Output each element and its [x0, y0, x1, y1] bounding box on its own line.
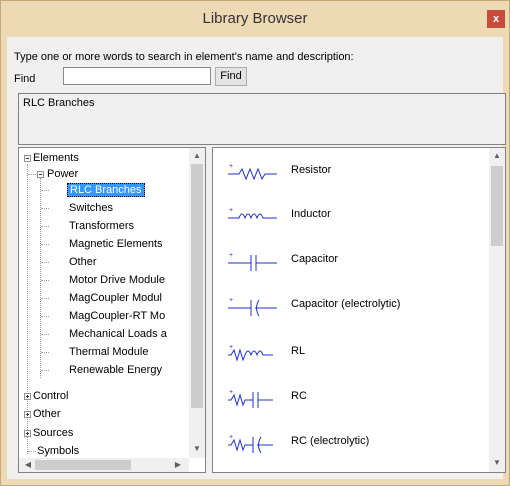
element-capacitor-electrolytic[interactable]: + Capacitor (electrolytic): [213, 290, 483, 320]
tree-line: [41, 244, 49, 245]
tree-line: [41, 316, 49, 317]
tree-item-elements[interactable]: Elements: [33, 151, 79, 165]
element-resistor[interactable]: + Resistor: [213, 156, 483, 186]
tree-item-other-power[interactable]: Other: [69, 255, 97, 269]
elements-scroll-thumb[interactable]: [491, 166, 503, 246]
tree-item-transformers[interactable]: Transformers: [69, 219, 134, 233]
close-button[interactable]: x: [487, 10, 505, 28]
svg-text:+: +: [229, 163, 233, 170]
library-browser-window: Library Browser x Type one or more words…: [0, 0, 510, 486]
window-border-left: [1, 37, 7, 485]
tree-vertical-scrollbar[interactable]: ▲ ▼: [189, 148, 205, 458]
find-label: Find: [14, 73, 36, 85]
capacitor-icon: +: [228, 252, 277, 271]
scroll-left-icon[interactable]: ◀: [23, 460, 33, 469]
tree-line: [41, 298, 49, 299]
tree-item-motor-drive[interactable]: Motor Drive Module: [69, 273, 165, 287]
svg-text:+: +: [229, 297, 233, 304]
scroll-up-icon[interactable]: ▲: [192, 151, 202, 160]
description-box: RLC Branches: [18, 93, 506, 145]
tree-line: [41, 226, 49, 227]
tree-item-magcoupler[interactable]: MagCoupler Modul: [69, 291, 162, 305]
element-label: RL: [291, 345, 306, 357]
elements-vertical-scrollbar[interactable]: ▲ ▼: [489, 148, 505, 472]
tree-scroll-thumb[interactable]: [191, 164, 203, 408]
tree-line: [41, 280, 49, 281]
electrolytic-capacitor-icon: +: [228, 297, 277, 316]
element-label: Capacitor: [291, 253, 339, 265]
tree-line: [41, 208, 49, 209]
tree-item-rlc-branches[interactable]: RLC Branches: [67, 183, 145, 197]
element-rl[interactable]: + RL: [213, 337, 483, 367]
inductor-icon: +: [228, 207, 277, 220]
tree-item-other[interactable]: Other: [33, 407, 61, 421]
window-title: Library Browser: [202, 10, 308, 27]
expand-sources-icon[interactable]: [24, 430, 31, 437]
description-text: RLC Branches: [23, 97, 95, 109]
tree-item-thermal-module[interactable]: Thermal Module: [69, 345, 148, 359]
find-button[interactable]: Find: [215, 67, 247, 86]
tree-line: [28, 451, 36, 452]
search-input[interactable]: [63, 67, 211, 85]
scroll-down-icon[interactable]: ▼: [492, 458, 502, 467]
svg-text:+: +: [229, 207, 233, 214]
element-label: RC: [291, 390, 307, 402]
scroll-down-icon[interactable]: ▼: [192, 444, 202, 453]
element-label: Capacitor (electrolytic): [291, 298, 401, 310]
collapse-elements-icon[interactable]: [24, 155, 31, 162]
element-label: Resistor: [291, 164, 332, 176]
scroll-up-icon[interactable]: ▲: [492, 151, 502, 160]
rc-electrolytic-icon: +: [228, 434, 273, 453]
scroll-right-icon[interactable]: ▶: [173, 460, 183, 469]
tree-item-sources[interactable]: Sources: [33, 426, 73, 440]
tree-line: [28, 174, 36, 175]
title-bar[interactable]: Library Browser x: [1, 1, 509, 37]
element-rc-electrolytic[interactable]: + RC (electrolytic): [213, 427, 483, 457]
element-rc[interactable]: + RC: [213, 382, 483, 412]
tree-item-label: RLC Branches: [67, 183, 145, 197]
tree-item-switches[interactable]: Switches: [69, 201, 113, 215]
element-inductor[interactable]: + Inductor: [213, 200, 483, 230]
tree-item-magnetic-elements[interactable]: Magnetic Elements: [69, 237, 163, 251]
tree-item-magcoupler-rt[interactable]: MagCoupler-RT Mo: [69, 309, 165, 323]
element-capacitor[interactable]: + Capacitor: [213, 245, 483, 275]
rl-icon: +: [228, 344, 273, 362]
expand-control-icon[interactable]: [24, 393, 31, 400]
elements-list[interactable]: + Resistor + Inductor + Capacitor + Capa…: [212, 147, 506, 473]
tree-line: [41, 262, 49, 263]
collapse-power-icon[interactable]: [37, 171, 44, 178]
search-instruction: Type one or more words to search in elem…: [14, 51, 354, 63]
expand-other-icon[interactable]: [24, 411, 31, 418]
tree-line: [41, 334, 49, 335]
element-label: RC (electrolytic): [291, 435, 370, 447]
svg-text:+: +: [229, 252, 233, 259]
tree-item-renewable-energy[interactable]: Renewable Energy: [69, 363, 162, 377]
tree-line: [41, 352, 49, 353]
window-border-bottom: [1, 479, 509, 485]
tree-item-symbols[interactable]: Symbols: [37, 444, 79, 458]
svg-text:+: +: [229, 389, 233, 396]
rc-icon: +: [228, 389, 273, 408]
tree-item-mechanical-loads[interactable]: Mechanical Loads a: [69, 327, 167, 341]
svg-text:+: +: [229, 434, 233, 441]
resistor-icon: +: [228, 163, 277, 181]
library-tree[interactable]: Elements Power RLC Branches Switches Tra…: [18, 147, 206, 473]
tree-line: [41, 190, 49, 191]
tree-item-control[interactable]: Control: [33, 389, 68, 403]
tree-line: [41, 370, 49, 371]
svg-text:+: +: [229, 344, 233, 351]
tree-horizontal-scrollbar[interactable]: ◀ ▶: [19, 458, 189, 472]
tree-hscroll-thumb[interactable]: [35, 460, 131, 470]
element-label: Inductor: [291, 208, 331, 220]
tree-item-power[interactable]: Power: [47, 167, 78, 181]
